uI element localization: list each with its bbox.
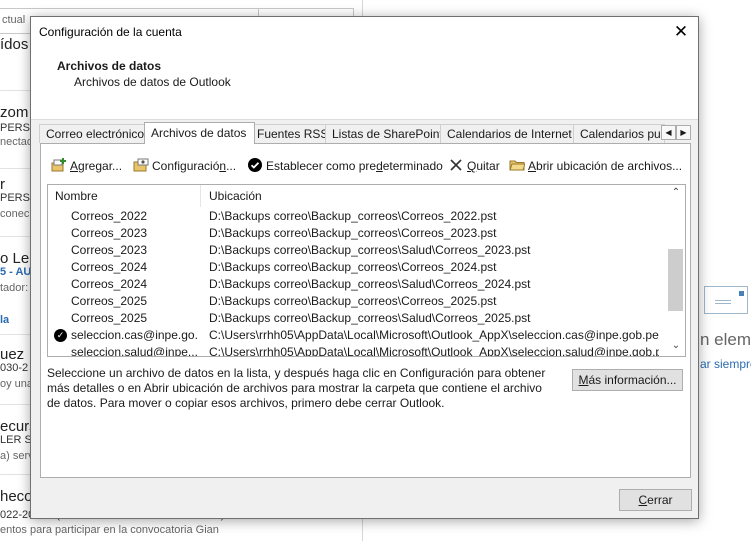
list-row[interactable]: seleccion.salud@inpe... C:\Users\rrhh05\A…	[48, 344, 668, 357]
tab-sharepoint-lists[interactable]: Listas de SharePoint	[325, 124, 446, 143]
reading-pane-text: n elem	[700, 330, 751, 349]
row-name: Correos_2023	[71, 226, 148, 240]
row-name: Correos_2022	[71, 209, 148, 223]
dialog-titlebar: Configuración de la cuenta ✕	[31, 17, 698, 47]
data-files-toolbar: Agregar... Configuración... Establecer c…	[51, 157, 685, 175]
dialog-title: Configuración de la cuenta	[39, 25, 182, 39]
close-icon[interactable]: ✕	[667, 19, 695, 45]
row-name: seleccion.cas@inpe.go...	[71, 328, 197, 342]
message-preview-text: heco	[0, 488, 33, 505]
dialog-header: Archivos de datos Archivos de datos de O…	[31, 47, 698, 120]
tab-internet-calendars[interactable]: Calendarios de Internet	[440, 124, 578, 143]
add-file-icon	[51, 158, 66, 172]
message-preview-text: conec	[0, 208, 30, 220]
message-preview-text: la	[0, 314, 10, 326]
list-row[interactable]: Correos_2025 D:\Backups correo\Backup_cor…	[48, 293, 668, 310]
list-row[interactable]: Correos_2023 D:\Backups correo\Backup_cor…	[48, 225, 668, 242]
row-name: seleccion.salud@inpe...	[71, 345, 197, 357]
open-file-location-button[interactable]: Abrir ubicación de archivos...	[509, 157, 682, 175]
account-settings-dialog: Configuración de la cuenta ✕ Archivos de…	[30, 16, 699, 519]
more-info-button[interactable]: Más información...	[572, 369, 683, 391]
remove-x-icon	[450, 159, 462, 171]
row-name: Correos_2025	[71, 311, 148, 325]
add-label: Agregar...	[70, 159, 123, 173]
row-location: D:\Backups correo\Backup_correos\Correos…	[209, 226, 497, 240]
settings-icon	[133, 158, 149, 172]
settings-button[interactable]: Configuración...	[133, 157, 236, 175]
list-row[interactable]: ✓ seleccion.cas@inpe.go... C:\Users\rrhh05…	[48, 327, 668, 344]
row-name: Correos_2024	[71, 277, 148, 291]
checkmark-circle-icon	[248, 158, 262, 172]
row-location: D:\Backups correo\Backup_correos\Salud\C…	[209, 243, 531, 257]
tab-published-calendars[interactable]: Calendarios pu	[573, 124, 665, 143]
list-row[interactable]: Correos_2023 D:\Backups correo\Backup_cor…	[48, 242, 668, 259]
message-preview-text: entos para participar en la convocatoria…	[0, 524, 219, 536]
row-location: D:\Backups correo\Backup_correos\Correos…	[209, 209, 497, 223]
description-text: Seleccione un archivo de datos en la lis…	[47, 366, 546, 410]
message-preview-text: 030-2	[0, 362, 29, 374]
remove-label: Quitar	[467, 159, 500, 173]
header-title: Archivos de datos	[57, 59, 162, 73]
message-preview-text: r	[0, 176, 5, 193]
reading-pane-link[interactable]: ar siempre	[700, 357, 751, 371]
message-preview-text: zom	[0, 104, 29, 121]
row-name: Correos_2025	[71, 294, 148, 308]
tab-strip: Correo electrónico Archivos de datos Fue…	[39, 122, 691, 144]
message-preview-text: uez	[0, 346, 25, 363]
data-files-panel: Agregar... Configuración... Establecer c…	[40, 143, 691, 478]
list-row[interactable]: Correos_2022 D:\Backups correo\Backup_cor…	[48, 208, 668, 225]
default-checkmark-icon: ✓	[54, 329, 67, 342]
set-default-label: Establecer como predeterminado	[266, 159, 443, 173]
row-location: D:\Backups correo\Backup_correos\Salud\C…	[209, 311, 531, 325]
row-name: Correos_2024	[71, 260, 148, 274]
row-location: C:\Users\rrhh05\AppData\Local\Microsoft\…	[209, 345, 659, 357]
scroll-down-icon[interactable]: ⌄	[668, 338, 684, 354]
list-row[interactable]: Correos_2024 D:\Backups correo\Backup_cor…	[48, 276, 668, 293]
message-preview-text: tador:	[0, 282, 29, 294]
scroll-thumb[interactable]	[668, 249, 683, 311]
message-preview-text: nectad	[0, 136, 34, 148]
row-location: D:\Backups correo\Backup_correos\Correos…	[209, 294, 497, 308]
open-file-location-label: Abrir ubicación de archivos...	[528, 159, 683, 173]
list-header: Nombre Ubicación	[48, 185, 668, 207]
header-subtitle: Archivos de datos de Outlook	[74, 75, 231, 89]
tab-scroll-right-icon[interactable]: ▶	[676, 125, 691, 140]
column-header-name[interactable]: Nombre	[55, 189, 98, 203]
tab-data-files[interactable]: Archivos de datos	[144, 122, 255, 144]
column-divider[interactable]	[200, 185, 201, 207]
column-header-location[interactable]: Ubicación	[209, 189, 262, 203]
settings-label: Configuración...	[152, 159, 237, 173]
list-row[interactable]: Correos_2025 D:\Backups correo\Backup_cor…	[48, 310, 668, 327]
list-scrollbar[interactable]: ⌃ ⌄	[668, 185, 684, 356]
search-placeholder: ctual	[2, 14, 26, 26]
row-location: D:\Backups correo\Backup_correos\Salud\C…	[209, 277, 531, 291]
folder-icon	[509, 160, 525, 171]
message-preview-text: ídos	[0, 36, 29, 53]
tab-scroll-left-icon[interactable]: ◀	[661, 125, 676, 140]
envelope-icon	[704, 286, 748, 314]
row-location: D:\Backups correo\Backup_correos\Correos…	[209, 260, 497, 274]
tab-rss-feeds[interactable]: Fuentes RSS	[250, 124, 332, 143]
message-preview-text: 5 - AU	[0, 266, 32, 278]
scroll-up-icon[interactable]: ⌃	[668, 185, 684, 201]
message-preview-text: oy una	[0, 378, 34, 390]
row-location: C:\Users\rrhh05\AppData\Local\Microsoft\…	[209, 328, 659, 342]
tab-email[interactable]: Correo electrónico	[39, 124, 153, 143]
remove-button[interactable]: Quitar	[448, 157, 500, 175]
set-default-button[interactable]: Establecer como predeterminado	[247, 157, 443, 175]
data-files-list[interactable]: Nombre Ubicación Correos_2022 D:\Backups …	[47, 184, 686, 357]
list-row[interactable]: Correos_2024 D:\Backups correo\Backup_cor…	[48, 259, 668, 276]
add-button[interactable]: Agregar...	[51, 157, 122, 175]
message-preview-text: a) serv	[0, 450, 34, 462]
row-name: Correos_2023	[71, 243, 148, 257]
close-button[interactable]: Cerrar	[619, 489, 692, 511]
